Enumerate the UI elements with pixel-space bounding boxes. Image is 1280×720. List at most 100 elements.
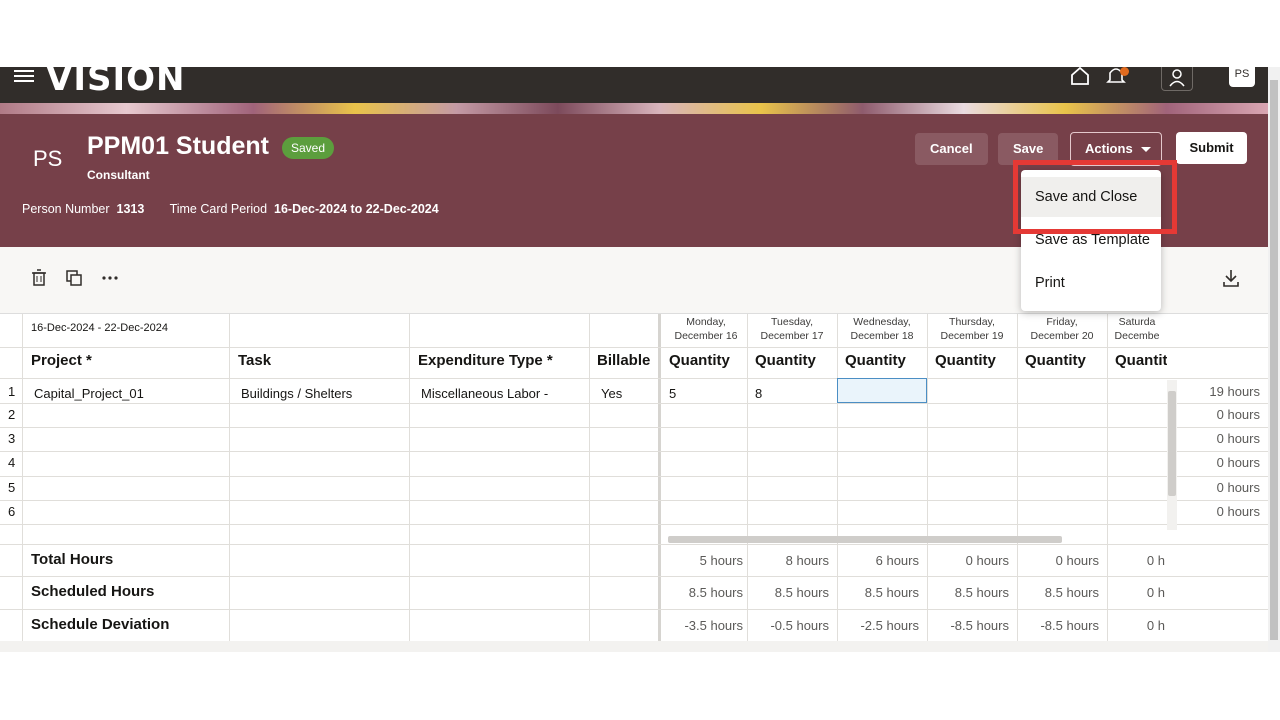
period-label: Time Card Period <box>169 202 268 216</box>
summary-label: Scheduled Hours <box>31 583 155 600</box>
column-header-expenditure-type[interactable]: Expenditure Type * <box>418 352 553 369</box>
grid-row-divider <box>0 403 1268 404</box>
brand-logo[interactable]: VISION <box>46 67 185 99</box>
row-number: 5 <box>8 480 16 495</box>
hamburger-menu-icon[interactable] <box>14 67 34 83</box>
summary-label: Schedule Deviation <box>31 616 170 633</box>
column-header-project[interactable]: Project * <box>31 352 92 369</box>
grid-row-divider <box>0 576 1268 577</box>
period-range: 16-Dec-2024 - 22-Dec-2024 <box>31 322 168 334</box>
top-whitespace <box>0 0 1280 67</box>
row-total-hours: 19 hours <box>1209 384 1260 399</box>
summary-value: 8.5 hours <box>1044 585 1099 600</box>
summary-value: -2.5 hours <box>860 618 919 633</box>
day-header-weekday: Friday, <box>1046 316 1078 328</box>
grid-column-divider <box>589 314 590 642</box>
user-avatar[interactable]: PS <box>1229 67 1255 87</box>
time-card-period: 16-Dec-2024 to 22-Dec-2024 <box>274 202 439 216</box>
cancel-button[interactable]: Cancel <box>915 133 988 165</box>
row-total-hours: 0 hours <box>1216 480 1260 495</box>
day-header-weekday: Tuesday, <box>770 316 814 328</box>
column-header-quantity[interactable]: Quantity <box>845 352 927 369</box>
summary-value: -0.5 hours <box>770 618 829 633</box>
person-role: Consultant <box>87 168 150 182</box>
row-total-hours: 0 hours <box>1216 455 1260 470</box>
row-number: 1 <box>8 384 16 399</box>
column-header-quantity[interactable]: Quantity <box>1025 352 1107 369</box>
summary-value: -8.5 hours <box>1040 618 1099 633</box>
cell-quantity[interactable]: 8 <box>755 386 835 401</box>
grid-row-divider <box>0 524 1268 525</box>
column-header-quantity[interactable]: Quantity <box>669 352 751 369</box>
submit-button[interactable]: Submit <box>1176 132 1247 164</box>
cell-quantity[interactable]: 5 <box>669 386 749 401</box>
row-total-hours: 0 hours <box>1216 504 1260 519</box>
column-header-quantity[interactable]: Quantity <box>935 352 1017 369</box>
status-badge: Saved <box>282 137 335 159</box>
summary-value: 8.5 hours <box>688 585 743 600</box>
summary-value: 0 hours <box>965 553 1009 568</box>
page-scroll-thumb[interactable] <box>1270 80 1278 640</box>
summary-value: 0 h <box>1146 585 1165 600</box>
day-header-weekday: Saturda <box>1118 316 1156 328</box>
day-header-date: Decembe <box>1114 330 1160 342</box>
summary-value: 5 hours <box>699 553 743 568</box>
column-header-quantity[interactable]: Quantit <box>1115 352 1167 369</box>
home-icon[interactable] <box>1070 67 1090 85</box>
cell-billable[interactable]: Yes <box>601 386 656 401</box>
grid-row-divider <box>0 378 1268 379</box>
grid-row-divider <box>0 347 1268 348</box>
timecard-meta: Person Number 1313 Time Card Period 16-D… <box>22 202 439 216</box>
summary-value: 8.5 hours <box>774 585 829 600</box>
day-header-date: December 19 <box>940 330 1004 342</box>
day-header-date: December 16 <box>674 330 738 342</box>
duplicate-icon[interactable] <box>64 268 84 288</box>
delete-icon[interactable] <box>29 268 49 288</box>
day-header-weekday: Thursday, <box>949 316 995 328</box>
grid-row-divider <box>0 500 1268 501</box>
day-header-weekday: Monday, <box>686 316 726 328</box>
summary-label: Total Hours <box>31 551 114 568</box>
column-header-task[interactable]: Task <box>238 352 271 369</box>
grid-column-divider <box>229 314 230 642</box>
summary-value: 6 hours <box>875 553 919 568</box>
day-header-date: December 17 <box>760 330 824 342</box>
person-name: PPM01 Student <box>87 132 269 160</box>
timecard-grid: Monday, December 16 Quantity Tuesday, Decemb… <box>0 313 1268 642</box>
person-number-label: Person Number <box>22 202 110 216</box>
cell-project[interactable]: Capital_Project_01 <box>34 386 224 401</box>
summary-value: -3.5 hours <box>684 618 743 633</box>
app-bar: VISION PS <box>0 67 1268 103</box>
summary-value: 8 hours <box>785 553 829 568</box>
more-icon[interactable] <box>100 268 120 288</box>
row-number: 4 <box>8 455 16 470</box>
page-footer-strip <box>0 641 1268 652</box>
highlight-annotation <box>1013 160 1177 234</box>
summary-value: 8.5 hours <box>954 585 1009 600</box>
grid-horizontal-scroll-thumb[interactable] <box>668 536 1062 543</box>
menu-item-print[interactable]: Print <box>1021 263 1161 303</box>
grid-row-divider <box>0 609 1268 610</box>
user-menu-button[interactable] <box>1161 67 1193 91</box>
cell-expenditure-type[interactable]: Miscellaneous Labor - <box>421 386 586 401</box>
actions-label: Actions <box>1085 141 1133 156</box>
summary-value: -8.5 hours <box>950 618 1009 633</box>
summary-value: 8.5 hours <box>864 585 919 600</box>
day-header-date: December 18 <box>850 330 914 342</box>
column-header-quantity[interactable]: Quantity <box>755 352 837 369</box>
chevron-down-icon <box>1140 147 1151 153</box>
person-avatar: PS <box>33 146 63 171</box>
user-icon <box>1169 69 1185 87</box>
cell-task[interactable]: Buildings / Shelters <box>241 386 406 401</box>
row-number: 2 <box>8 407 16 422</box>
row-total-hours: 0 hours <box>1216 431 1260 446</box>
selected-cell[interactable] <box>837 378 927 403</box>
download-icon[interactable] <box>1221 268 1241 288</box>
summary-value: 0 h <box>1146 618 1165 633</box>
day-header-date: December 20 <box>1030 330 1094 342</box>
grid-column-divider <box>409 314 410 642</box>
grid-vertical-scroll-thumb[interactable] <box>1168 391 1176 496</box>
summary-value: 0 h <box>1146 553 1165 568</box>
summary-value: 0 hours <box>1055 553 1099 568</box>
column-header-billable[interactable]: Billable <box>597 352 650 369</box>
